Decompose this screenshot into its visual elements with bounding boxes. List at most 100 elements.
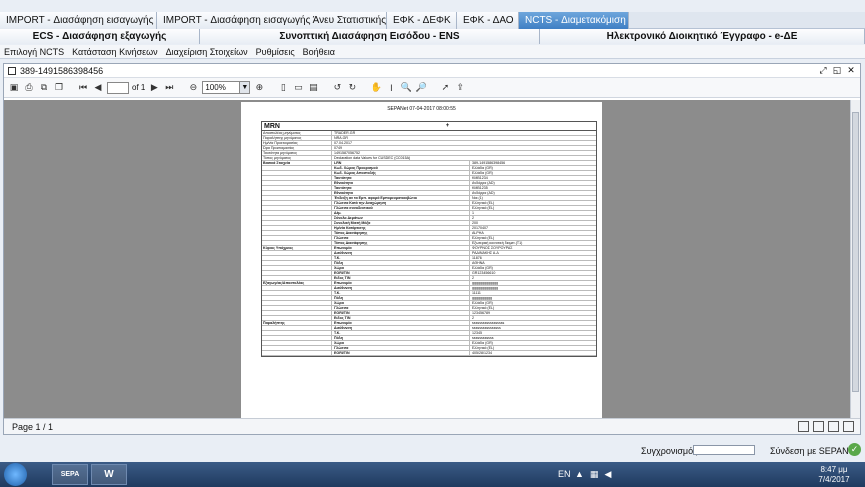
declaration-form: MRN + Αποστολέας μηνύματος TRADER.GR Παραλ… (261, 121, 597, 357)
tray-volume-icon[interactable]: ◀ (604, 469, 611, 480)
tab-efk-defk[interactable]: ΕΦΚ - ΔΕΦΚ (387, 12, 457, 29)
section-spacer (262, 181, 332, 185)
document-window: 389-1491586398456 ⤢ ◱ ✕ ▣ ⎙ ⧉ ❐ ⏮ ◀ of 1… (3, 63, 861, 435)
tab-ens[interactable]: Συνοπτική Διασάφηση Εισόδου - ENS (200, 29, 540, 44)
vertical-scrollbar[interactable] (850, 100, 860, 418)
rotate-right-icon[interactable]: ↻ (346, 82, 358, 94)
export-icon[interactable]: ⇪ (454, 82, 466, 94)
menu-help[interactable]: Βοήθεια (299, 45, 339, 58)
tab-e-de[interactable]: Ηλεκτρονικό Διοικητικό Έγγραφο - e-ΔΕ (540, 29, 865, 44)
mrn-label: MRN (264, 122, 280, 130)
field-key: Επωνυμία (332, 321, 470, 325)
field-key: Κωδ. Χώρας Προορισμού (332, 166, 470, 170)
hand-tool-icon[interactable]: ✋ (370, 82, 382, 94)
sync-progress (693, 445, 755, 455)
close-window-icon[interactable]: ✕ (846, 65, 856, 75)
tab-efk-dao[interactable]: ΕΦΚ - ΔΑΟ (457, 12, 519, 29)
field-value: 2 (472, 316, 474, 320)
tray-network-icon[interactable]: ▦ (590, 469, 599, 480)
zoom-in-icon[interactable]: ⊕ (253, 82, 265, 94)
menu-movements-status[interactable]: Κατάσταση Κινήσεων (68, 45, 162, 58)
tab-import[interactable]: IMPORT - Διασάφηση εισαγωγής (0, 12, 157, 29)
single-page-view-icon[interactable] (798, 421, 809, 432)
section-spacer (262, 271, 332, 275)
field-value: Ελλάδα (GR) (472, 301, 493, 305)
tab-ecs[interactable]: ECS - Διασάφηση εξαγωγής (0, 29, 200, 44)
fit-page-icon[interactable]: ▭ (292, 82, 304, 94)
float-window-icon[interactable]: ⤢ (818, 65, 828, 75)
scroll-thumb[interactable] (852, 112, 859, 392)
start-button[interactable] (4, 463, 27, 486)
field-label: Τύπος μηνύματος (262, 156, 332, 160)
section-row: EORI/TIN 405/28/1234 (262, 351, 596, 356)
section-spacer (262, 266, 332, 270)
continuous-facing-view-icon[interactable] (843, 421, 854, 432)
print-icon[interactable]: ⎙ (23, 82, 35, 94)
field-key: Χώρα (332, 301, 470, 305)
copy-icon[interactable]: ❐ (53, 82, 65, 94)
taskbar-app-sepa[interactable]: SEPA (52, 464, 88, 485)
field-value: NRA.GR (334, 136, 348, 140)
field-key: Πόλη (332, 296, 470, 300)
tab-import-no-stats[interactable]: IMPORT - Διασάφηση εισαγωγής Άνευ Στατισ… (157, 12, 387, 29)
section-spacer (262, 286, 332, 290)
menu-ncts-select[interactable]: Επιλογή NCTS (0, 45, 68, 58)
text-select-icon[interactable]: I (385, 82, 397, 94)
field-key: Χώρα (332, 341, 470, 345)
field-key: Χώρα (332, 266, 470, 270)
prev-page-icon[interactable]: ◀ (92, 82, 104, 94)
report-viewer[interactable]: SEPANet 07-04-2017 08:00:55 MRN + Αποστο… (4, 100, 852, 418)
field-key: Δέμ. (332, 211, 470, 215)
section-spacer (262, 201, 332, 205)
document-titlebar: 389-1491586398456 ⤢ ◱ ✕ (4, 64, 860, 78)
save-icon[interactable]: ▣ (8, 82, 20, 94)
section-spacer (262, 251, 332, 255)
field-key: Ημ/νία Κατάρτισης (332, 226, 470, 230)
print-preview-icon[interactable]: ⧉ (38, 82, 50, 94)
field-value: ALPHA (472, 231, 484, 235)
first-page-icon[interactable]: ⏮ (77, 82, 89, 94)
menu-data-management[interactable]: Διαχείριση Στοιχείων (162, 45, 252, 58)
language-indicator[interactable]: EN (558, 469, 571, 479)
facing-view-icon[interactable] (828, 421, 839, 432)
section-label: Παραλήπτης (262, 321, 332, 325)
pointer-icon[interactable]: ➚ (439, 82, 451, 94)
fit-width-icon[interactable]: ▤ (307, 82, 319, 94)
next-page-icon[interactable]: ▶ (148, 82, 160, 94)
mrn-row: MRN + (262, 122, 596, 131)
field-key: Εθνικότητα (332, 191, 470, 195)
chevron-down-icon[interactable]: ▼ (239, 82, 250, 93)
zoom-select[interactable]: 100% ▼ (202, 81, 251, 94)
viewer-statusbar: Page 1 / 1 (4, 418, 860, 434)
zoom-out-icon[interactable]: ⊖ (187, 82, 199, 94)
tab-ncts[interactable]: NCTS - Διαμετακόμιση (519, 12, 629, 29)
section-spacer (262, 326, 332, 330)
field-value: Ανδόρρα (AD) (472, 191, 495, 195)
actual-size-icon[interactable]: ▯ (277, 82, 289, 94)
field-value: Ελλάδα (GR) (472, 166, 493, 170)
section-spacer (262, 336, 332, 340)
sync-label: Συγχρονισμός (641, 446, 698, 456)
last-page-icon[interactable]: ⏭ (163, 82, 175, 94)
field-value: gggggggggg (472, 296, 492, 300)
rotate-left-icon[interactable]: ↺ (331, 82, 343, 94)
zoom-tool-icon[interactable]: 🔎 (415, 82, 427, 94)
field-key: Γλώσσα (332, 236, 470, 240)
field-key: Τ.Κ. (332, 256, 470, 260)
taskbar-app-word-label: W (104, 469, 114, 480)
restore-window-icon[interactable]: ◱ (832, 65, 842, 75)
menu-settings[interactable]: Ρυθμίσεις (252, 45, 299, 58)
continuous-view-icon[interactable] (813, 421, 824, 432)
field-key: Τόπος Διασάφησης (332, 231, 470, 235)
field-key: Τ.Κ. (332, 331, 470, 335)
field-value: Ανδόρρα (AD) (472, 181, 495, 185)
system-clock[interactable]: 8:47 μμ 7/4/2017 (812, 465, 856, 485)
magnify-icon[interactable]: 🔍 (400, 82, 412, 94)
section-spacer (262, 316, 332, 320)
page-number-input[interactable] (107, 81, 129, 94)
section-spacer (262, 236, 332, 240)
section-spacer (262, 261, 332, 265)
taskbar-app-word[interactable]: W (91, 464, 127, 485)
document-icon (8, 66, 16, 75)
tray-up-arrow-icon[interactable]: ▲ (575, 469, 584, 480)
